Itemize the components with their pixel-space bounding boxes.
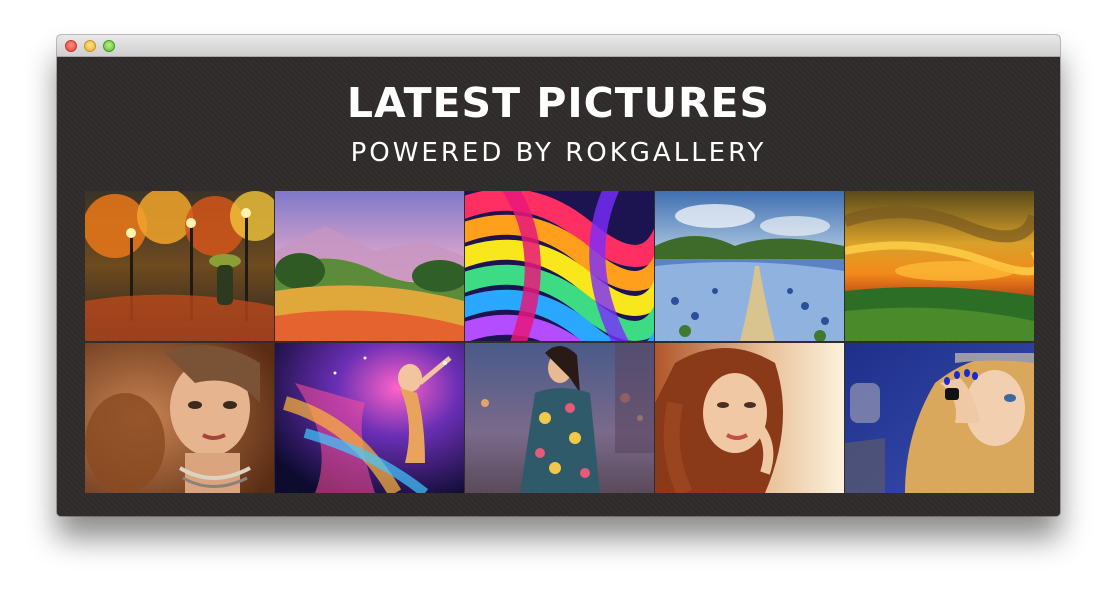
maximize-window-button[interactable] — [103, 40, 115, 52]
browser-window: LATEST PICTURES POWERED BY ROKGALLERY — [57, 35, 1060, 516]
gallery-title: LATEST PICTURES — [346, 79, 771, 127]
autumn-park-thumbnail — [85, 191, 274, 341]
blonde-woman-thumbnail — [845, 343, 1034, 493]
picture-grid — [85, 191, 1034, 493]
woman-jewelry-thumbnail — [85, 343, 274, 493]
gallery-item-woman-jewelry[interactable] — [85, 343, 274, 493]
gallery-subtitle: POWERED BY ROKGALLERY — [350, 138, 767, 168]
gallery-item-floral-dress[interactable] — [465, 343, 654, 493]
gallery-item-rainbow-ribbons[interactable] — [465, 191, 654, 341]
gallery-item-cosmic-dancer[interactable] — [275, 343, 464, 493]
gallery-module: LATEST PICTURES POWERED BY ROKGALLERY — [57, 57, 1060, 516]
golden-sunset-thumbnail — [845, 191, 1034, 341]
meadow-hills-thumbnail — [275, 191, 464, 341]
gallery-item-blonde-woman[interactable] — [845, 343, 1034, 493]
close-window-button[interactable] — [65, 40, 77, 52]
gallery-item-autumn-park[interactable] — [85, 191, 274, 341]
blue-flower-field-thumbnail — [655, 191, 844, 341]
gallery-item-blue-flower-field[interactable] — [655, 191, 844, 341]
red-haired-woman-thumbnail — [655, 343, 844, 493]
minimize-window-button[interactable] — [84, 40, 96, 52]
floral-dress-thumbnail — [465, 343, 654, 493]
gallery-item-red-haired-woman[interactable] — [655, 343, 844, 493]
rainbow-ribbons-thumbnail — [465, 191, 654, 341]
window-titlebar[interactable] — [57, 35, 1060, 57]
gallery-item-meadow-hills[interactable] — [275, 191, 464, 341]
cosmic-dancer-thumbnail — [275, 343, 464, 493]
gallery-item-golden-sunset[interactable] — [845, 191, 1034, 341]
